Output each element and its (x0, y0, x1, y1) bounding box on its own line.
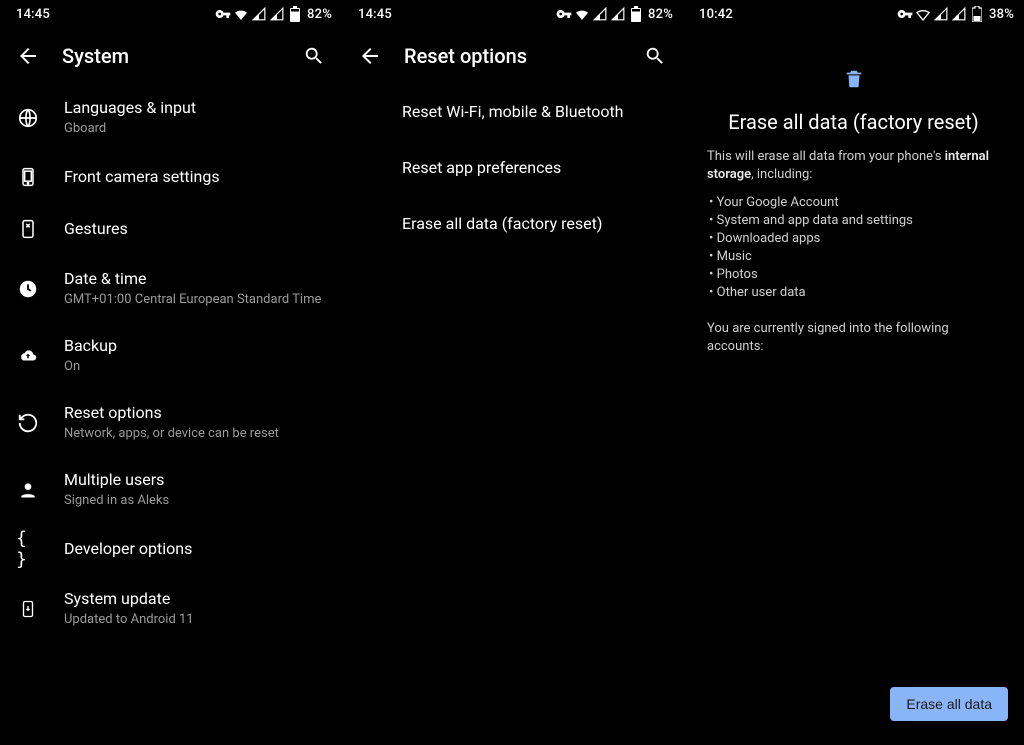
erase-bullet: System and app data and settings (709, 212, 1000, 230)
item-multiple-users[interactable]: Multiple users Signed in as Aleks (0, 456, 342, 523)
clock-icon (16, 277, 40, 301)
signal-icon-2 (269, 6, 285, 22)
system-update-icon (16, 597, 40, 621)
item-title: Reset Wi-Fi, mobile & Bluetooth (402, 102, 667, 122)
signal-icon-2 (610, 6, 626, 22)
wifi-icon (915, 6, 931, 22)
gesture-icon (16, 217, 40, 241)
back-button[interactable] (350, 36, 390, 76)
arrow-back-icon (16, 44, 40, 68)
item-gestures[interactable]: Gestures (0, 203, 342, 255)
phone-front-icon (16, 165, 40, 189)
screen-erase-all-data: 10:42 38% Erase all data (factory reset)… (683, 0, 1024, 745)
erase-all-data-button[interactable]: Erase all data (890, 687, 1008, 721)
item-languages-input[interactable]: Languages & input Gboard (0, 84, 342, 151)
item-title: Erase all data (factory reset) (402, 214, 667, 234)
search-icon (644, 45, 666, 67)
item-developer-options[interactable]: { } Developer options (0, 523, 342, 575)
vpn-key-icon (897, 6, 913, 22)
erase-title: Erase all data (factory reset) (707, 110, 1000, 134)
item-subtitle: Signed in as Aleks (64, 492, 326, 509)
item-erase-all-data[interactable]: Erase all data (factory reset) (342, 196, 683, 252)
erase-accounts-note: You are currently signed into the follow… (707, 320, 1000, 356)
signal-icon-1 (933, 6, 949, 22)
item-reset-app-prefs[interactable]: Reset app preferences (342, 140, 683, 196)
screen-system: 14:45 82% System Languages & input Gboar… (0, 0, 342, 745)
erase-bullet: Other user data (709, 284, 1000, 302)
item-title: Multiple users (64, 470, 326, 490)
item-backup[interactable]: Backup On (0, 322, 342, 389)
reset-list: Reset Wi-Fi, mobile & Bluetooth Reset ap… (342, 84, 683, 745)
braces-icon: { } (16, 537, 40, 561)
item-title: Backup (64, 336, 326, 356)
item-title: Front camera settings (64, 167, 326, 187)
trash-icon (843, 68, 865, 90)
signal-icon-1 (251, 6, 267, 22)
status-time: 14:45 (16, 7, 50, 22)
item-title: Reset app preferences (402, 158, 667, 178)
status-time: 14:45 (358, 7, 392, 22)
globe-icon (16, 106, 40, 130)
cloud-upload-icon (16, 344, 40, 368)
search-icon (303, 45, 325, 67)
erase-content: Erase all data (factory reset) This will… (683, 28, 1024, 745)
battery-icon (287, 6, 303, 22)
item-date-time[interactable]: Date & time GMT+01:00 Central European S… (0, 255, 342, 322)
status-time: 10:42 (699, 7, 733, 22)
erase-bullet: Your Google Account (709, 194, 1000, 212)
erase-bullet: Downloaded apps (709, 230, 1000, 248)
item-title: Languages & input (64, 98, 326, 118)
status-bar: 10:42 38% (683, 0, 1024, 28)
arrow-back-icon (358, 44, 382, 68)
erase-bullets: Your Google Account System and app data … (709, 194, 1000, 302)
status-bar: 14:45 82% (0, 0, 342, 28)
status-right-cluster: 38% (897, 6, 1014, 22)
item-subtitle: GMT+01:00 Central European Standard Time (64, 291, 326, 308)
back-button[interactable] (8, 36, 48, 76)
status-battery-pct: 38% (989, 7, 1014, 22)
signal-icon-1 (592, 6, 608, 22)
item-system-update[interactable]: System update Updated to Android 11 (0, 575, 342, 642)
erase-bullet: Photos (709, 266, 1000, 284)
erase-bullet: Music (709, 248, 1000, 266)
status-battery-pct: 82% (648, 7, 673, 22)
item-subtitle: On (64, 358, 326, 375)
restore-icon (16, 411, 40, 435)
item-title: Date & time (64, 269, 326, 289)
app-bar: System (0, 28, 342, 84)
item-title: System update (64, 589, 326, 609)
item-front-camera[interactable]: Front camera settings (0, 151, 342, 203)
status-bar: 14:45 82% (342, 0, 683, 28)
erase-lead: This will erase all data from your phone… (707, 148, 1000, 184)
signal-icon-2 (951, 6, 967, 22)
wifi-icon (574, 6, 590, 22)
page-title: System (62, 44, 294, 68)
status-battery-pct: 82% (307, 7, 332, 22)
erase-body: This will erase all data from your phone… (707, 148, 1000, 356)
item-subtitle: Network, apps, or device can be reset (64, 425, 326, 442)
person-icon (16, 478, 40, 502)
item-reset-options[interactable]: Reset options Network, apps, or device c… (0, 389, 342, 456)
app-bar: Reset options (342, 28, 683, 84)
status-right-cluster: 82% (215, 6, 332, 22)
settings-list: Languages & input Gboard Front camera se… (0, 84, 342, 745)
search-button[interactable] (635, 36, 675, 76)
item-subtitle: Updated to Android 11 (64, 611, 326, 628)
item-title: Developer options (64, 539, 326, 559)
item-title: Reset options (64, 403, 326, 423)
search-button[interactable] (294, 36, 334, 76)
status-right-cluster: 82% (556, 6, 673, 22)
battery-icon (969, 6, 985, 22)
vpn-key-icon (556, 6, 572, 22)
vpn-key-icon (215, 6, 231, 22)
page-title: Reset options (404, 44, 635, 68)
item-title: Gestures (64, 219, 326, 239)
wifi-icon (233, 6, 249, 22)
item-subtitle: Gboard (64, 120, 326, 137)
screen-reset-options: 14:45 82% Reset options Reset Wi-Fi, mob… (342, 0, 683, 745)
item-reset-wifi[interactable]: Reset Wi-Fi, mobile & Bluetooth (342, 84, 683, 140)
battery-icon (628, 6, 644, 22)
